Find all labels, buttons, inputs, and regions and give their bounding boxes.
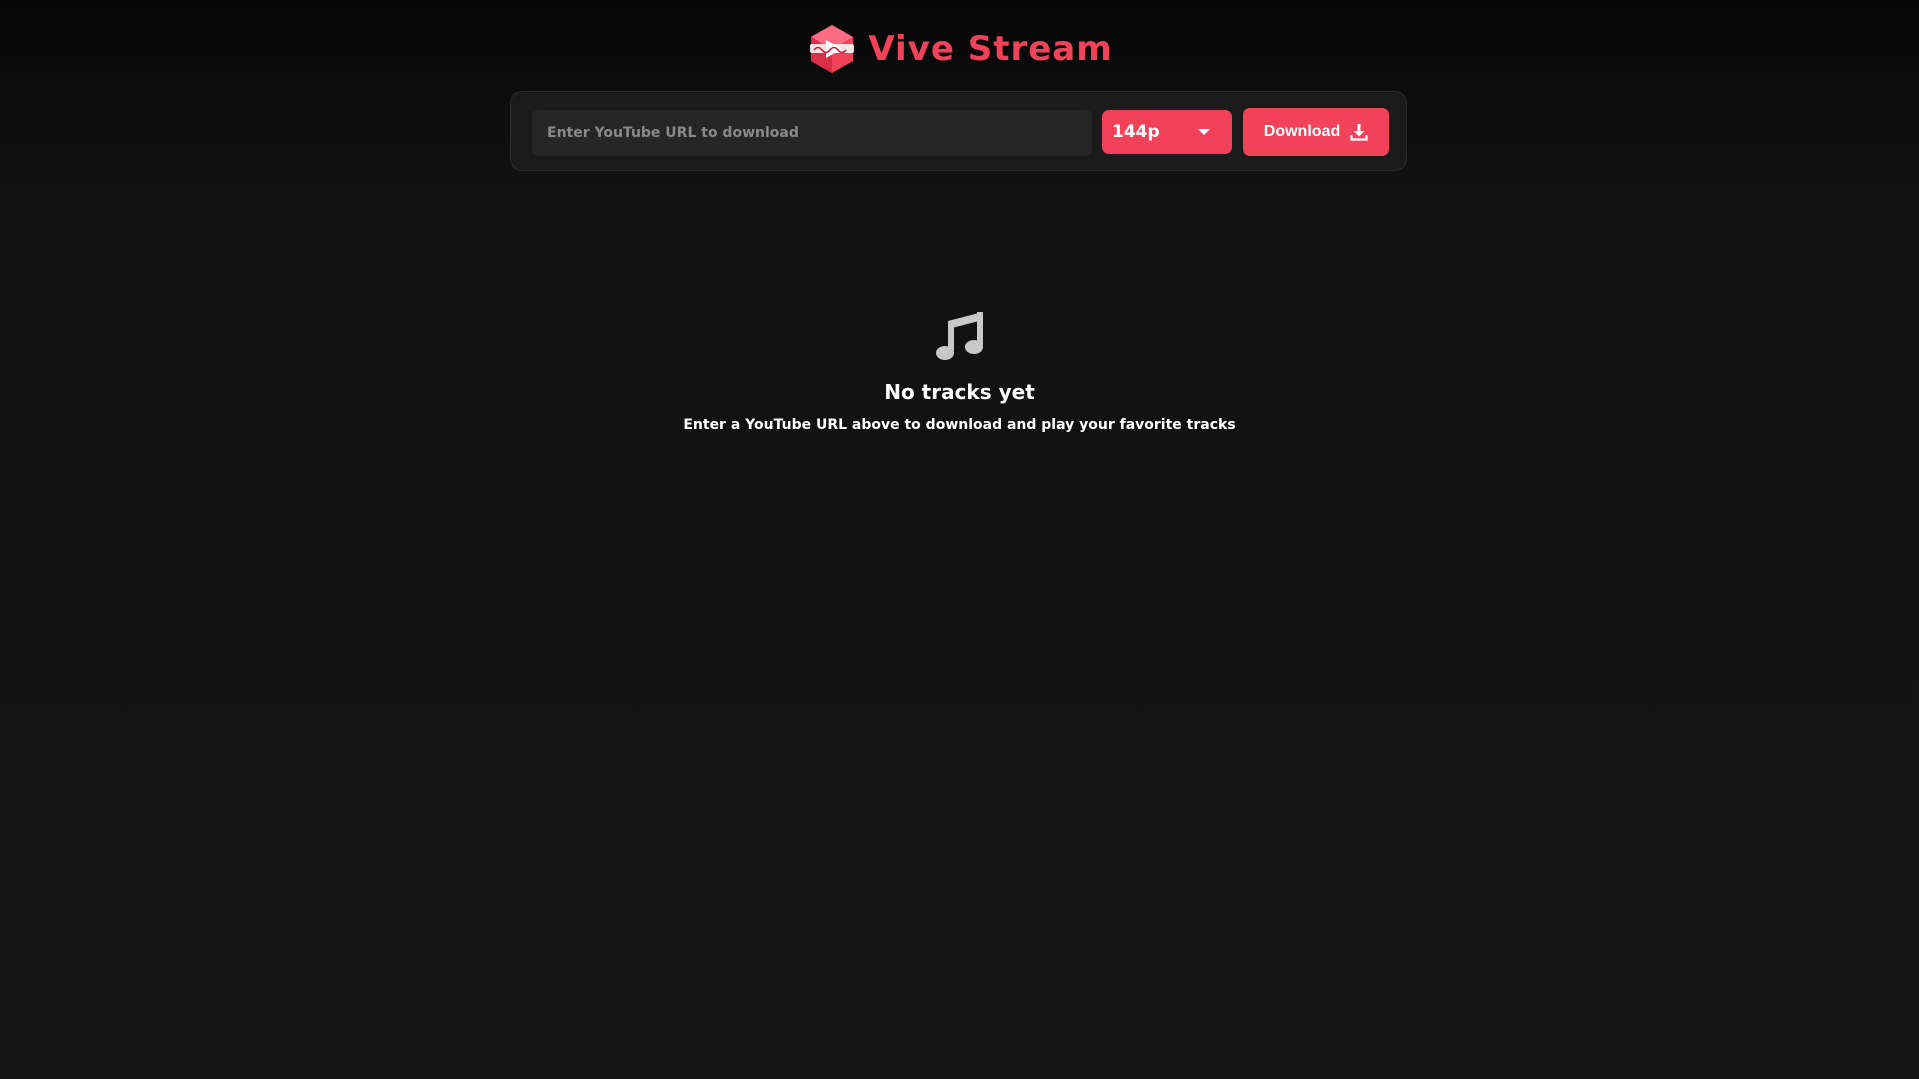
app-title: Vive Stream: [868, 29, 1113, 69]
app-header: Vive Stream: [0, 19, 1919, 79]
caret-down-icon: [1198, 129, 1210, 135]
download-bar: 144p Download: [510, 91, 1407, 171]
youtube-url-input[interactable]: [532, 110, 1092, 156]
download-icon: [1350, 124, 1368, 141]
empty-state-subtitle: Enter a YouTube URL above to download an…: [683, 417, 1236, 433]
empty-state: No tracks yet Enter a YouTube URL above …: [0, 309, 1919, 433]
quality-select[interactable]: 144p: [1102, 110, 1232, 154]
app-page: Vive Stream 144p Download No tracks yet …: [0, 0, 1919, 1079]
music-note-icon: [935, 312, 983, 360]
vive-stream-logo-icon: [810, 25, 855, 73]
download-button[interactable]: Download: [1243, 108, 1389, 156]
download-button-label: Download: [1263, 123, 1341, 140]
empty-state-title: No tracks yet: [884, 380, 1035, 404]
quality-selected-value: 144p: [1112, 122, 1160, 142]
